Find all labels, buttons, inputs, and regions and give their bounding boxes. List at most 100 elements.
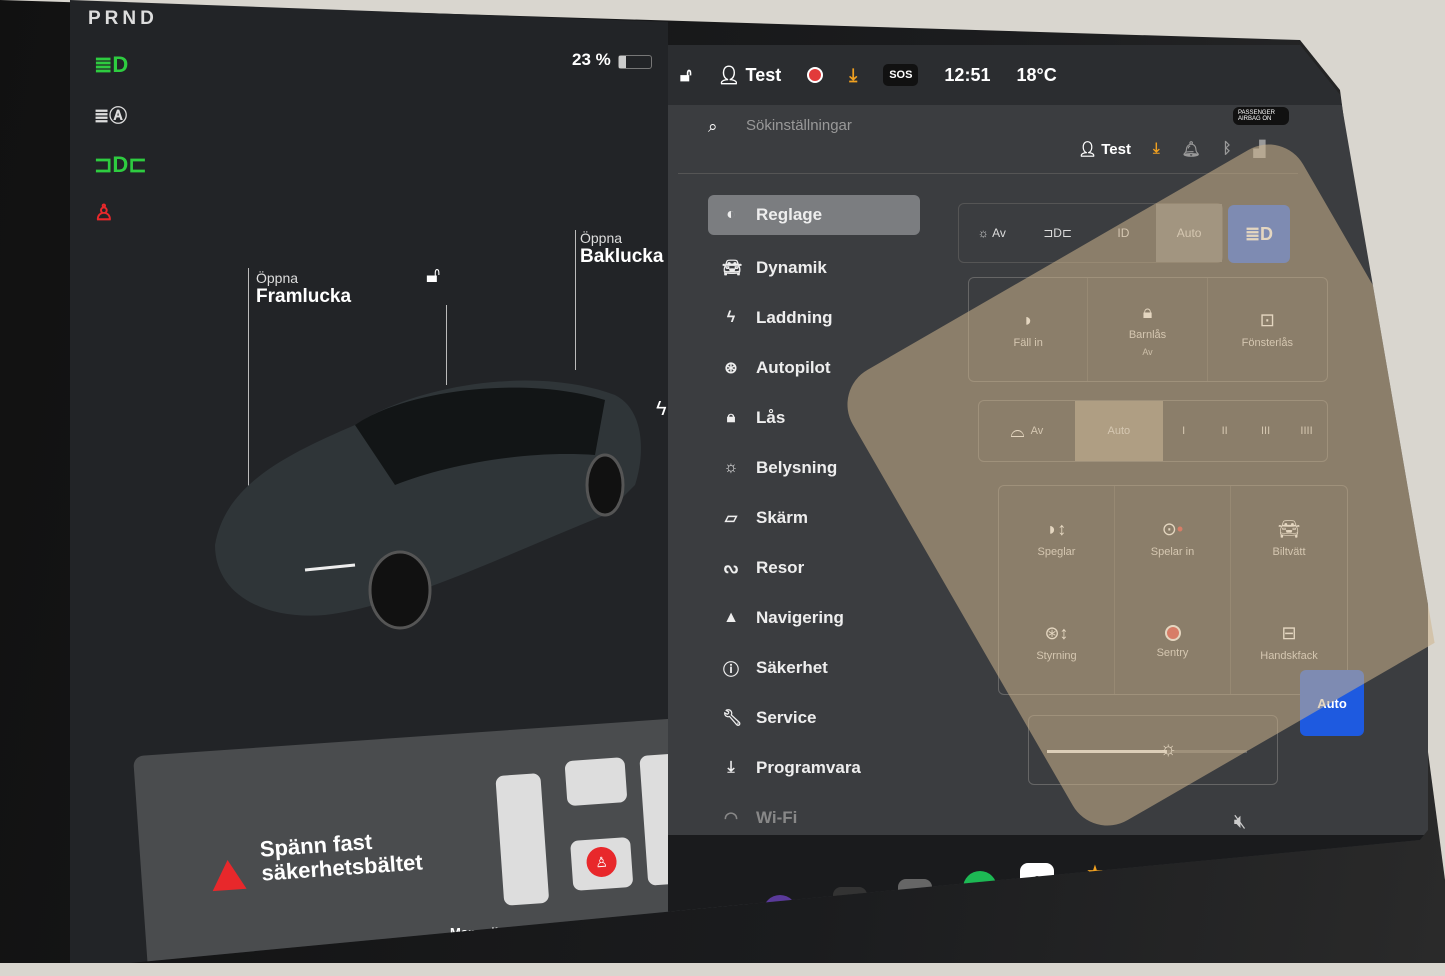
car-wash-button[interactable]: 🚘︎ Biltvätt xyxy=(1231,486,1347,590)
dashboard-seat-shape xyxy=(495,773,550,906)
menu-item-autopilot[interactable]: ⊛ Autopilot xyxy=(708,343,920,393)
menu-item-las[interactable]: 🔒︎ Lås xyxy=(708,393,920,443)
search-icon[interactable]: ⌕ xyxy=(708,117,718,137)
frunk-action: Öppna xyxy=(256,270,299,286)
settings-user-name: Test xyxy=(1101,141,1131,158)
toggle-icon: ◐ xyxy=(726,206,736,223)
frunk-label[interactable]: Framlucka xyxy=(256,286,351,308)
sos-button[interactable]: SOS xyxy=(883,64,919,86)
wiper-speed-3[interactable]: III xyxy=(1245,401,1286,461)
child-lock-icon: 🔒︎ xyxy=(1142,302,1153,322)
dashcam-button[interactable]: ⊙• Spelar in xyxy=(1115,486,1231,590)
menu-item-programvara[interactable]: ⤓ Programvara xyxy=(708,743,920,793)
wiper-selector: ⌓ Av Auto I II III IIII xyxy=(978,400,1328,462)
user-name: Test xyxy=(745,64,782,85)
car-model-image xyxy=(215,380,641,630)
sentry-button[interactable]: Sentry xyxy=(1115,590,1231,694)
brightness-icon: ☼ xyxy=(1159,738,1178,760)
car-icon: 🚘︎ xyxy=(722,260,743,277)
menu-label: Säkerhet xyxy=(756,658,828,677)
wiper-speed-4[interactable]: IIII xyxy=(1286,401,1327,461)
navigation-icon: ▲ xyxy=(723,609,739,626)
cell-label: Handskfack xyxy=(1260,649,1318,662)
settings-search-input[interactable]: Sökinställningar xyxy=(746,117,852,134)
low-beam-icon: ID xyxy=(1117,226,1130,240)
cell-label: Sentry xyxy=(1156,647,1189,659)
menu-label: Navigering xyxy=(756,608,844,627)
touchscreen: PRND ≣D ≣Ⓐ ⊐D⊏ ♙ 23 % Öppna Framlucka Öp… xyxy=(70,0,1445,963)
wiper-speed-1[interactable]: I xyxy=(1163,401,1204,461)
alert-message: Spänn fast säkerhetsbältet xyxy=(259,827,423,886)
wipers-off-option[interactable]: ⌓ Av xyxy=(979,401,1075,461)
bell-icon[interactable]: 🔔︎ xyxy=(1182,140,1201,158)
wifi-icon: ◠ xyxy=(724,810,738,827)
low-beam-option[interactable]: ID xyxy=(1091,204,1157,262)
menu-label: Autopilot xyxy=(756,358,831,377)
steering-adjust-button[interactable]: ⊛↕ Styrning xyxy=(999,590,1115,694)
seatbelt-warning-icon: ♙ xyxy=(94,200,114,225)
cell-label: Fönsterlås xyxy=(1241,337,1293,349)
menu-label: Service xyxy=(756,708,817,727)
auto-headlight-icon: ≣Ⓐ xyxy=(94,106,128,126)
menu-label: Reglage xyxy=(756,205,823,224)
steering-wheel-icon: ⊛ xyxy=(724,360,738,377)
brightness-slider[interactable] xyxy=(1047,750,1247,753)
lights-off-option[interactable]: ☼ Av xyxy=(959,204,1025,262)
gear-indicator: PRND xyxy=(88,8,158,29)
high-beam-button[interactable]: ≣D xyxy=(1228,205,1290,263)
wiper-speed-2[interactable]: II xyxy=(1204,401,1245,461)
charge-port-icon[interactable]: ϟ xyxy=(656,398,667,421)
wipers-auto-option[interactable]: Auto xyxy=(1074,401,1164,461)
settings-panel: 🔓︎ 👤︎ Test ⤓ SOS 12:51 18°C ⌕ Sökinställ… xyxy=(668,45,1445,963)
display-icon: ▱ xyxy=(724,510,738,527)
mirrors-adjust-button[interactable]: ◗↕ Speglar xyxy=(999,486,1115,590)
sun-icon: ☼ xyxy=(723,459,739,476)
download-icon[interactable]: ⤓ xyxy=(849,65,857,86)
menu-item-reglage[interactable]: ◐ Reglage xyxy=(708,195,920,235)
lights-auto-option[interactable]: Auto xyxy=(1156,204,1222,262)
cell-label: Speglar xyxy=(1037,545,1076,558)
parking-lights-icon: ⊐D⊏ xyxy=(94,152,147,177)
dashcam-record-icon[interactable] xyxy=(807,67,824,83)
download-icon: ⤓ xyxy=(727,759,735,776)
signal-icon: ▟ xyxy=(1253,141,1266,158)
menu-label: Laddning xyxy=(756,308,833,327)
header-divider xyxy=(678,173,1298,174)
dashcam-icon: ⊙• xyxy=(1161,518,1184,539)
trunk-label[interactable]: Baklucka xyxy=(580,246,663,268)
settings-download-icon[interactable]: ⤓ xyxy=(1153,140,1160,158)
bluetooth-icon[interactable]: ᛒ xyxy=(1223,140,1232,158)
fold-mirrors-button[interactable]: ◗ Fäll in xyxy=(969,278,1089,381)
status-bar: 🔓︎ 👤︎ Test ⤓ SOS 12:51 18°C xyxy=(668,45,1428,105)
menu-item-sakerhet[interactable]: ⓘ Säkerhet xyxy=(708,643,920,693)
cell-label: Spelar in xyxy=(1150,545,1195,558)
option-label: Auto xyxy=(1107,425,1131,437)
settings-menu: ◐ Reglage 🚘︎ Dynamik ϟ Laddning ⊛ Autopilot … xyxy=(708,195,920,843)
unlock-icon[interactable]: 🔓︎ xyxy=(426,262,440,288)
menu-item-skarm[interactable]: ▱ Skärm xyxy=(708,493,920,543)
user-profile[interactable]: 👤︎ Test xyxy=(718,65,782,86)
parking-lights-option[interactable]: ⊐D⊏ xyxy=(1025,204,1091,262)
bolt-icon: ϟ xyxy=(726,309,736,326)
brightness-auto-button[interactable]: Auto xyxy=(1300,670,1364,736)
menu-item-belysning[interactable]: ☼ Belysning xyxy=(708,443,920,493)
battery-bar xyxy=(618,55,652,69)
menu-item-laddning[interactable]: ϟ Laddning xyxy=(708,293,920,343)
car-wash-icon: 🚘︎ xyxy=(1277,518,1301,539)
trunk-callout[interactable]: Öppna Baklucka xyxy=(580,230,663,268)
menu-item-navigering[interactable]: ▲ Navigering xyxy=(708,593,920,643)
menu-item-service[interactable]: 🔧︎ Service xyxy=(708,693,920,743)
menu-label: Dynamik xyxy=(756,258,827,277)
window-lock-button[interactable]: ⊡ Fönsterlås xyxy=(1208,278,1327,381)
quick-controls-row-1: ◗ Fäll in 🔒︎ Barnlås Av ⊡ Fönsterlås xyxy=(968,277,1328,382)
car-panel: PRND ≣D ≣Ⓐ ⊐D⊏ ♙ 23 % Öppna Framlucka Öp… xyxy=(70,0,752,963)
parking-lights-icon: ⊐D⊏ xyxy=(1043,226,1073,240)
menu-item-resor[interactable]: ᔓ Resor xyxy=(708,543,920,593)
menu-item-dynamik[interactable]: 🚘︎ Dynamik xyxy=(708,243,920,293)
wrench-icon: 🔧︎ xyxy=(722,710,743,727)
unlocked-icon[interactable]: 🔓︎ xyxy=(680,65,692,86)
volume-muted-icon[interactable]: 🔇︎ xyxy=(1223,805,1257,839)
child-lock-button[interactable]: 🔒︎ Barnlås Av xyxy=(1088,278,1208,381)
settings-user[interactable]: 👤︎ Test xyxy=(1078,140,1131,158)
frunk-callout[interactable]: Öppna Framlucka xyxy=(256,270,351,308)
